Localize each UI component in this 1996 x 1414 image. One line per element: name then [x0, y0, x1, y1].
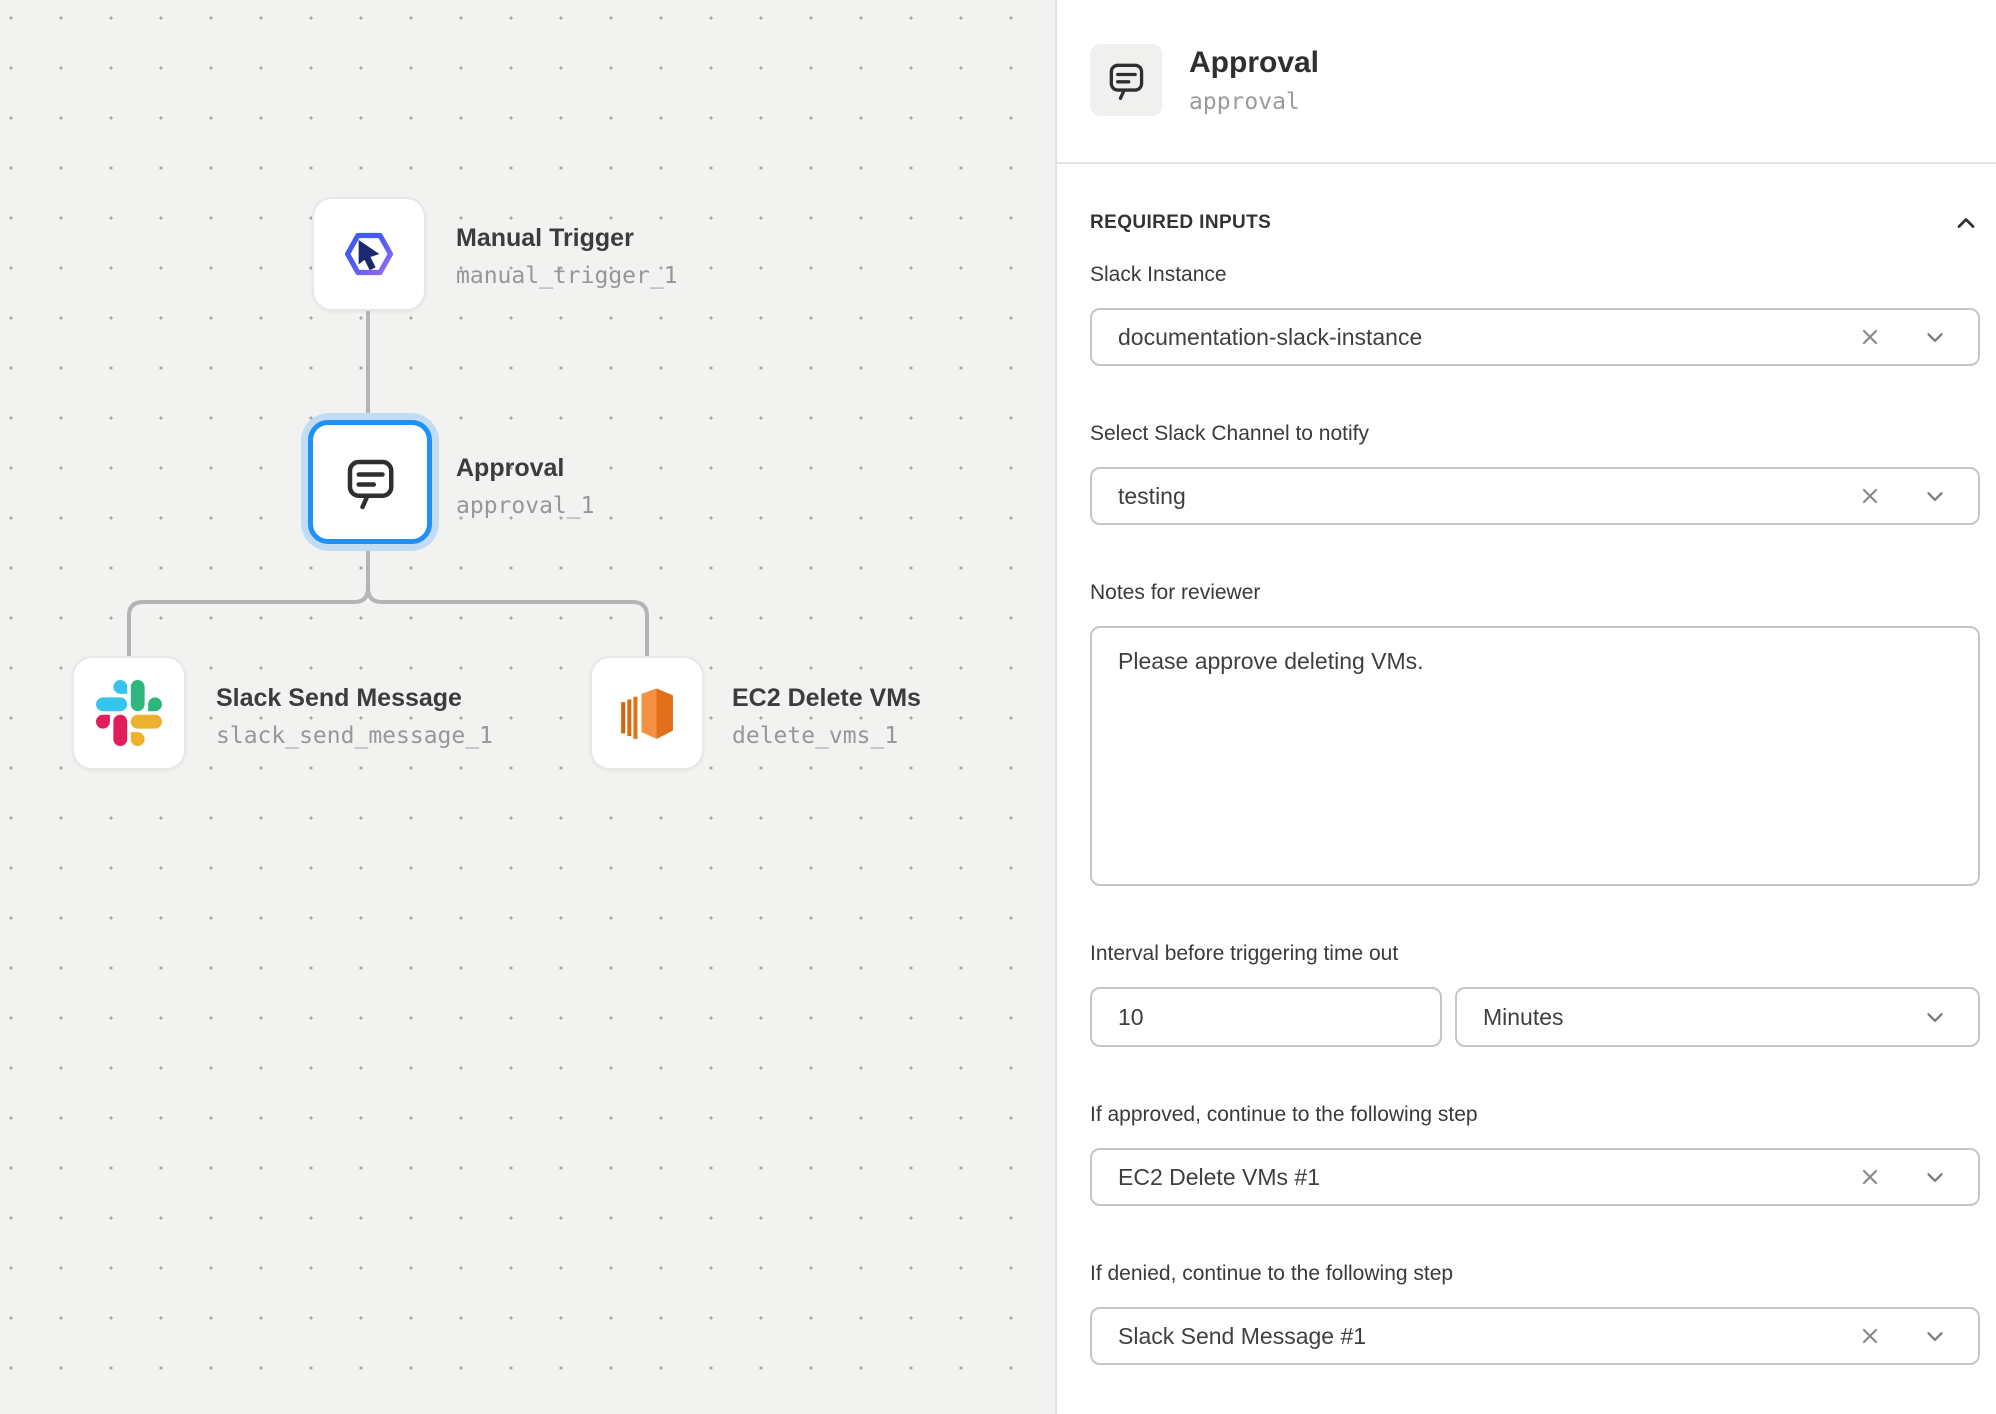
node-label-approval: Approval approval_1 [456, 453, 594, 519]
panel-subtitle: approval [1189, 89, 1319, 115]
if-denied-value: Slack Send Message #1 [1118, 1323, 1858, 1350]
node-title: Manual Trigger [456, 223, 678, 253]
approval-chat-bubble-icon [340, 452, 400, 512]
node-manual-trigger[interactable] [312, 197, 426, 311]
notes-label: Notes for reviewer [1090, 581, 1980, 605]
interval-unit-select[interactable]: Minutes [1455, 987, 1980, 1047]
slack-logo-icon [96, 680, 162, 746]
chevron-down-icon [1922, 1164, 1948, 1190]
x-icon [1858, 325, 1882, 349]
x-icon [1858, 1165, 1882, 1189]
node-id: manual_trigger_1 [456, 263, 678, 289]
node-id: delete_vms_1 [732, 723, 921, 749]
dropdown-button[interactable] [1922, 1164, 1948, 1190]
dropdown-button[interactable] [1922, 324, 1948, 350]
slack-channel-select[interactable]: testing [1090, 467, 1980, 525]
dropdown-button[interactable] [1922, 1323, 1948, 1349]
x-icon [1858, 1324, 1882, 1348]
chevron-up-icon [1952, 209, 1980, 237]
panel-title: Approval [1189, 46, 1319, 80]
node-selection-halo [301, 413, 439, 551]
node-id: slack_send_message_1 [216, 723, 493, 749]
panel-divider [1057, 162, 1996, 164]
node-title: EC2 Delete VMs [732, 683, 921, 713]
clear-button[interactable] [1858, 1324, 1882, 1348]
interval-row: Minutes [1090, 987, 1980, 1047]
panel-header: Approval approval [1090, 44, 1980, 116]
step-config-panel: Approval approval REQUIRED INPUTS Slack … [1055, 0, 1996, 1414]
approval-chat-bubble-icon [1104, 58, 1148, 102]
node-slack-send-message[interactable] [72, 656, 186, 770]
node-approval[interactable] [308, 420, 432, 544]
aws-ec2-icon [613, 679, 681, 747]
chevron-down-icon [1922, 324, 1948, 350]
interval-label: Interval before triggering time out [1090, 942, 1980, 966]
slack-channel-value: testing [1118, 483, 1858, 510]
clear-button[interactable] [1858, 484, 1882, 508]
node-ec2-delete-vms[interactable] [590, 656, 704, 770]
interval-unit-value: Minutes [1483, 1004, 1922, 1031]
interval-value-input[interactable] [1090, 987, 1442, 1047]
node-label-ec2-delete-vms: EC2 Delete VMs delete_vms_1 [732, 683, 921, 749]
dropdown-button[interactable] [1922, 1004, 1948, 1030]
slack-instance-label: Slack Instance [1090, 263, 1980, 287]
slack-channel-label: Select Slack Channel to notify [1090, 422, 1980, 446]
workflow-builder-app: Manual Trigger manual_trigger_1 Approval… [0, 0, 1996, 1414]
manual-trigger-hexagon-cursor-icon [332, 217, 406, 291]
panel-header-text: Approval approval [1189, 46, 1319, 115]
chevron-down-icon [1922, 1323, 1948, 1349]
dropdown-button[interactable] [1922, 483, 1948, 509]
if-approved-label: If approved, continue to the following s… [1090, 1103, 1980, 1127]
node-title: Approval [456, 453, 594, 483]
if-approved-select[interactable]: EC2 Delete VMs #1 [1090, 1148, 1980, 1206]
collapse-section-button[interactable] [1952, 209, 1980, 237]
chevron-down-icon [1922, 1004, 1948, 1030]
if-approved-value: EC2 Delete VMs #1 [1118, 1164, 1858, 1191]
if-denied-select[interactable]: Slack Send Message #1 [1090, 1307, 1980, 1365]
required-inputs-section: REQUIRED INPUTS Slack Instance documenta… [1090, 209, 1980, 1365]
clear-button[interactable] [1858, 1165, 1882, 1189]
slack-instance-select[interactable]: documentation-slack-instance [1090, 308, 1980, 366]
if-denied-label: If denied, continue to the following ste… [1090, 1262, 1980, 1286]
chevron-down-icon [1922, 483, 1948, 509]
slack-instance-value: documentation-slack-instance [1118, 324, 1858, 351]
panel-header-icon-box [1090, 44, 1162, 116]
node-title: Slack Send Message [216, 683, 493, 713]
node-label-manual-trigger: Manual Trigger manual_trigger_1 [456, 223, 678, 289]
node-id: approval_1 [456, 493, 594, 519]
notes-textarea[interactable]: Please approve deleting VMs. [1090, 626, 1980, 886]
workflow-canvas[interactable]: Manual Trigger manual_trigger_1 Approval… [0, 0, 1055, 1414]
x-icon [1858, 484, 1882, 508]
clear-button[interactable] [1858, 325, 1882, 349]
required-inputs-header: REQUIRED INPUTS [1090, 209, 1980, 237]
section-title: REQUIRED INPUTS [1090, 212, 1271, 234]
node-label-slack-send-message: Slack Send Message slack_send_message_1 [216, 683, 493, 749]
